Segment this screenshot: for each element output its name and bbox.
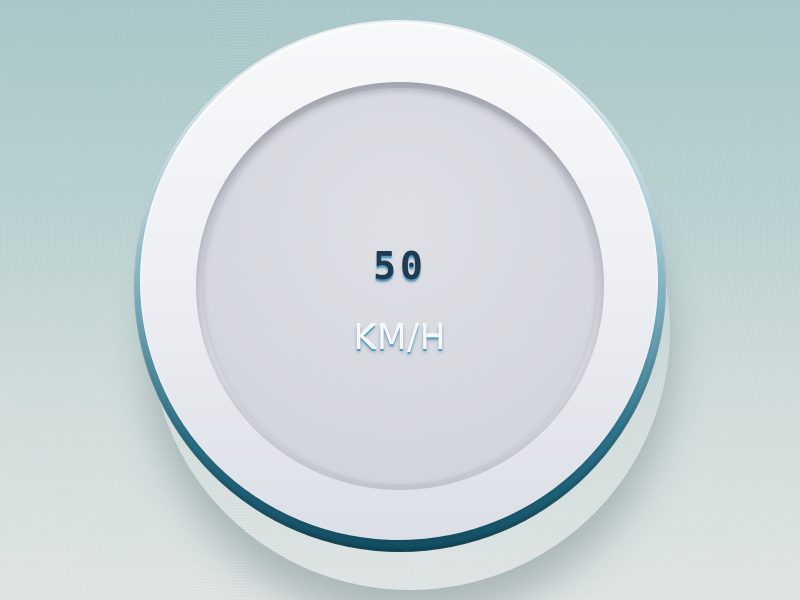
speed-value: 50 [373, 244, 427, 288]
speed-unit-label: KM/H [353, 318, 447, 358]
